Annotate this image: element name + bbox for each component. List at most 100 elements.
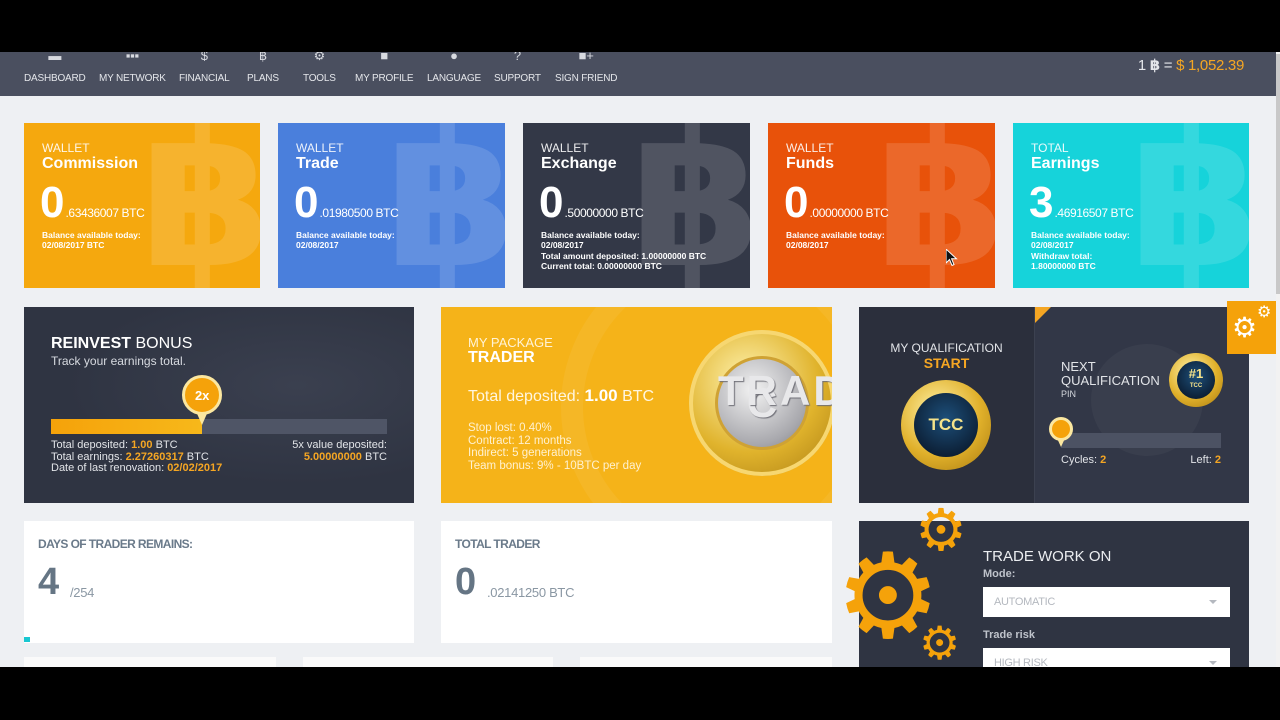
wallet-amount: 0 .63436007 BTC [40,178,145,227]
nav-dashboard[interactable]: ▬ DASHBOARD [24,52,86,96]
stat-big-value: 0 [455,561,477,603]
bottom-card-stub [303,657,553,667]
trade-risk-select[interactable]: HIGH RISK [983,648,1230,667]
letterbox-bottom [0,667,1280,720]
stat-value: 2.27260317 [125,450,184,463]
reinvest-title-rest: BONUS [135,335,193,352]
wallet-commission-card[interactable]: ฿ WALLET Commission 0 .63436007 BTC Bala… [24,123,260,288]
wallet-kicker: WALLET [42,141,90,155]
nav-label: LANGUAGE [427,73,481,84]
reinvest-title: REINVEST BONUS [51,335,192,353]
wallet-info-line: 02/08/2017 [1031,239,1074,250]
stat-value: 02/02/2017 [167,462,223,474]
total-earnings-card[interactable]: ฿ TOTAL Earnings 3 .46916507 BTC Balance… [1013,123,1249,288]
divider [1034,307,1035,503]
reinvest-target: 5x value deposited: 5.00000000 BTC [292,439,387,463]
chevron-down-icon [1209,661,1217,665]
left-count: Left: 2 [1161,454,1221,466]
stat-big-value: 4 [38,561,60,603]
globe-icon: ● [450,52,458,63]
wallet-extra-line: Withdraw total: [1031,251,1093,261]
days-remaining-card: DAYS OF TRADER REMAINS: 4 /254 [24,521,414,643]
next-title-line: QUALIFICATION [1061,373,1160,388]
wallet-info-line: 02/08/2017 [296,239,339,250]
stat-unit: BTC [365,450,387,463]
wallet-title: Commission [42,155,139,172]
stat-small-value: .02141250 BTC [487,585,575,600]
left-value: 2 [1214,454,1221,466]
nav-sign-friend[interactable]: ■+ SIGN FRIEND [555,52,617,96]
wallet-exchange-card[interactable]: ฿ WALLET Exchange 0 .50000000 BTC Balanc… [523,123,750,288]
dollar-icon: $ [200,52,208,63]
bitcoin-watermark-icon: ฿ [384,123,505,288]
bottom-card-stub [24,657,276,667]
deposit-label: Total deposited: [468,388,581,405]
settings-toggle-button[interactable]: ⚙ ⚙ [1227,301,1280,354]
page-scrollbar[interactable] [1276,52,1280,667]
monitor-icon: ▬ [48,52,62,63]
gear-icon: ⚙ [1232,312,1258,343]
deposit-value: 1.00 [584,386,618,405]
wallet-amount: 0 .01980500 BTC [294,181,399,225]
medal-inner: #1 TCC [1177,361,1215,399]
wallet-amount-dec: .01980500 BTC [319,206,399,220]
wallet-amount-int: 0 [40,178,65,227]
tcc-medal-icon: TCC [901,380,991,470]
stat-unit: BTC [155,439,178,451]
wallet-amount: 3 .46916507 BTC [1029,178,1134,227]
mode-label: Mode: [983,568,1016,580]
wallet-info: Balance available today: 02/08/2017 BTC [42,230,141,250]
nav-label: TOOLS [303,73,336,84]
my-package-panel: MY PACKAGE TRADER Total deposited: 1.00 … [441,307,832,503]
wallet-info: Balance available today: 02/08/2017 [296,230,395,250]
marker-label: 2x [182,375,223,415]
nav-my-network[interactable]: ▪▪▪ MY NETWORK [99,52,166,96]
nav-label: SUPPORT [494,73,541,84]
scrollbar-thumb[interactable] [1276,54,1280,294]
user-icon: ■ [380,52,389,63]
qualification-panel: MY QUALIFICATION START TCC NEXT QUALIFIC… [859,307,1249,503]
mode-select[interactable]: AUTOMATIC [983,587,1230,617]
stat-label: Date of last renovation: [51,462,165,474]
package-deposit: Total deposited: 1.00 BTC [468,386,654,406]
nav-my-profile[interactable]: ■ MY PROFILE [355,52,414,96]
dashboard-page: ▬ DASHBOARD ▪▪▪ MY NETWORK $ FINANCIAL ฿… [0,52,1280,667]
stat-value: 1.00 [131,439,153,451]
wallet-amount-int: 3 [1029,178,1054,227]
stat-title: TOTAL TRADER [455,537,540,551]
btc-rate: 1 ฿ = $ 1,052.39 [1138,56,1244,74]
stat-label: Total deposited: [51,439,129,451]
nav-tools[interactable]: ⚙ TOOLS [303,52,336,96]
bitcoin-icon: ฿ [1149,57,1160,74]
qualification-level: START [923,355,970,371]
nav-label: PLANS [247,73,279,84]
next-qualification-title: NEXT QUALIFICATION [1061,360,1160,388]
wallet-kicker: WALLET [786,141,834,155]
qualification-progress-bar [1061,433,1221,448]
wallet-info: Balance available today: 02/08/2017 [541,230,640,250]
wallet-amount: 0 .50000000 BTC [539,181,644,225]
next-title-line: NEXT [1061,359,1096,374]
nav-language[interactable]: ● LANGUAGE [427,52,481,96]
nav-financial[interactable]: $ FINANCIAL [179,52,230,96]
cycles-value: 2 [1100,454,1107,466]
wallet-amount-int: 0 [784,178,809,227]
trade-risk-select-value: HIGH RISK [994,657,1048,667]
bitcoin-icon: ฿ [258,52,267,63]
package-detail-line: Stop lost: 0.40% [468,422,552,434]
deposit-unit: BTC [622,388,655,405]
trade-risk-label: Trade risk [983,629,1035,641]
gear-small-icon: ⚙ [1257,304,1272,321]
wallet-info-line: 02/08/2017 [541,239,584,250]
bitcoin-watermark-icon: ฿ [139,123,260,288]
wallet-funds-card[interactable]: ฿ WALLET Funds 0 .00000000 BTC Balance a… [768,123,995,288]
nav-plans[interactable]: ฿ PLANS [247,52,279,96]
nav-support[interactable]: ? SUPPORT [494,52,541,96]
network-icon: ▪▪▪ [125,52,139,63]
wallet-trade-card[interactable]: ฿ WALLET Trade 0 .01980500 BTC Balance a… [278,123,505,288]
next-qualification-sub: PIN [1061,389,1077,399]
pin-medal-icon: #1 TCC [1169,353,1223,407]
total-trader-card: TOTAL TRADER 0 .02141250 BTC [441,521,832,643]
bitcoin-watermark-icon: ฿ [1128,123,1249,288]
nav-label: SIGN FRIEND [555,73,618,84]
